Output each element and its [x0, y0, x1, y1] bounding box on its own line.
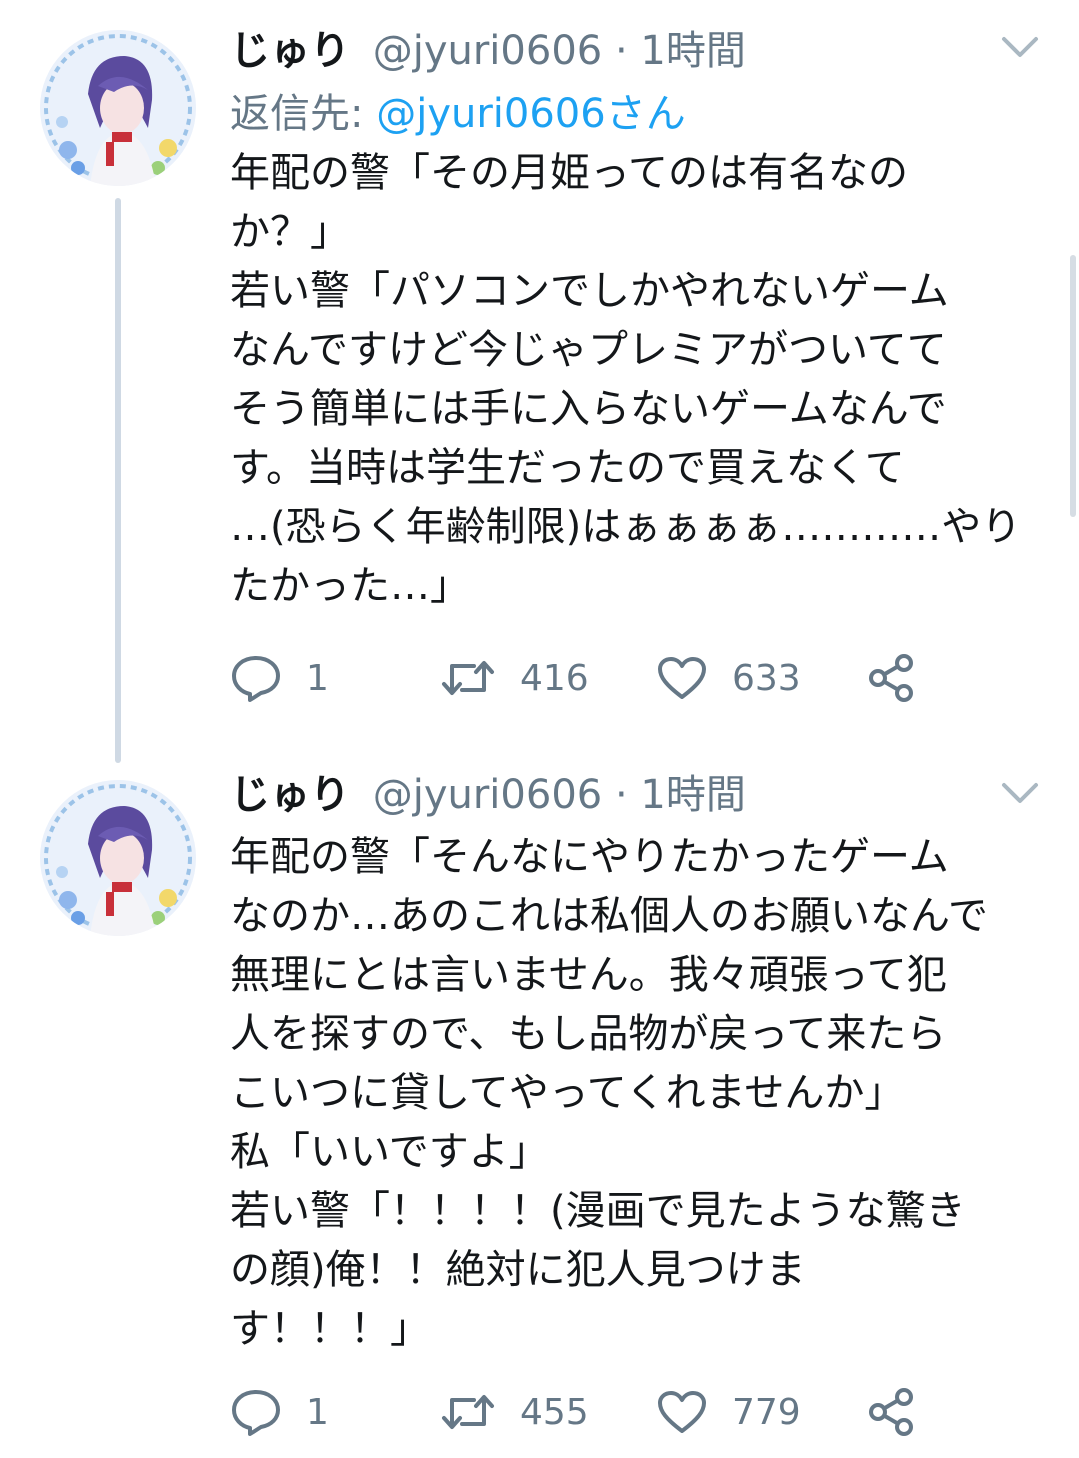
retweet-button[interactable]: 416	[440, 648, 589, 708]
share-icon	[869, 1388, 913, 1436]
tweet-text-line: たかった…」	[230, 563, 470, 609]
tweet-text-line: 年配の警「そんなにやりたかったゲーム	[230, 834, 949, 880]
share-button[interactable]	[866, 1382, 916, 1442]
reply-to-label: 返信先:	[230, 91, 364, 137]
tweet-text-line: 若い警「パソコンでしかやれないゲーム	[230, 268, 949, 314]
reply-count: 1	[306, 657, 329, 699]
like-button[interactable]: 779	[656, 1382, 801, 1442]
retweet-icon	[442, 1395, 494, 1429]
reply-to: 返信先: @jyuri0606さん	[230, 84, 1050, 144]
tweet-actions: 1 455 779	[230, 1382, 950, 1442]
display-name[interactable]: じゅり	[230, 28, 350, 74]
display-name[interactable]: じゅり	[230, 772, 350, 818]
tweet-text-line: 私「いいですよ」	[230, 1129, 549, 1175]
tweet-text: 年配の警「そんなにやりたかったゲーム なのか…あのこれは私個人のお願いなんで 無…	[230, 828, 1050, 1359]
meta-separator: ·	[614, 772, 628, 818]
retweet-button[interactable]: 455	[440, 1382, 589, 1442]
reply-icon	[232, 1390, 280, 1436]
scrollbar[interactable]	[1070, 255, 1076, 517]
like-count: 633	[732, 657, 801, 699]
tweet-text-line: 無理にとは言いません。我々頑張って犯	[230, 952, 947, 998]
share-icon	[869, 654, 913, 702]
chevron-down-icon[interactable]	[1000, 780, 1040, 806]
user-handle[interactable]: @jyuri0606	[373, 772, 603, 818]
avatar[interactable]	[40, 30, 196, 186]
tweet-text-line: す。当時は学生だったので買えなくて	[230, 445, 905, 491]
timestamp[interactable]: 1時間	[640, 772, 745, 818]
avatar[interactable]	[40, 780, 196, 936]
tweet-text-line: か？」	[230, 209, 350, 255]
retweet-count: 455	[520, 1391, 589, 1433]
like-count: 779	[732, 1391, 801, 1433]
avatar-image	[40, 30, 196, 186]
heart-icon	[658, 657, 706, 699]
tweet-text-line: 人を探すので、もし品物が戻って来たら	[230, 1011, 947, 1057]
tweet-text-line: の顔)俺！！絶対に犯人見つけま	[230, 1247, 806, 1293]
like-button[interactable]: 633	[656, 648, 801, 708]
tweet-text-line: …(恐らく年齢制限)はぁぁぁぁ…………やり	[230, 504, 1022, 550]
tweet-1[interactable]: じゅり @jyuri0606 · 1時間 返信先: @jyuri0606さん 年…	[0, 0, 1079, 763]
tweet-actions: 1 416 633	[230, 648, 950, 708]
chevron-down-icon[interactable]	[1000, 34, 1040, 60]
tweet-text: 年配の警「その月姫ってのは有名なの か？」 若い警「パソコンでしかやれないゲーム…	[230, 144, 1050, 616]
tweet-2[interactable]: じゅり @jyuri0606 · 1時間 年配の警「そんなにやりたかったゲーム …	[0, 760, 1079, 1458]
reply-to-handle-link[interactable]: @jyuri0606さん	[376, 91, 686, 137]
tweet-meta: @jyuri0606 · 1時間	[373, 772, 746, 818]
tweet-header: じゅり @jyuri0606 · 1時間	[230, 762, 1050, 828]
tweet-text-line: なのか…あのこれは私個人のお願いなんで	[230, 893, 988, 939]
thread-line	[115, 198, 121, 763]
tweet-text-line: 若い警「！！！！(漫画で見たような驚き	[230, 1188, 966, 1234]
meta-separator: ·	[614, 28, 628, 74]
timestamp[interactable]: 1時間	[640, 28, 745, 74]
heart-icon	[658, 1391, 706, 1433]
tweet-meta: @jyuri0606 · 1時間	[373, 28, 746, 74]
tweet-content: じゅり @jyuri0606 · 1時間 年配の警「そんなにやりたかったゲーム …	[230, 762, 1050, 1359]
retweet-count: 416	[520, 657, 589, 699]
retweet-icon	[442, 661, 494, 695]
tweet-text-line: す！！！」	[230, 1306, 430, 1352]
tweet-text-line: こいつに貸してやってくれませんか」	[230, 1070, 905, 1116]
reply-button[interactable]: 1	[230, 1382, 329, 1442]
tweet-content: じゅり @jyuri0606 · 1時間 返信先: @jyuri0606さん 年…	[230, 18, 1050, 616]
reply-icon	[232, 656, 280, 702]
reply-count: 1	[306, 1391, 329, 1433]
user-handle[interactable]: @jyuri0606	[373, 28, 603, 74]
avatar-image	[40, 780, 196, 936]
tweet-text-line: そう簡単には手に入らないゲームなんで	[230, 386, 947, 432]
reply-button[interactable]: 1	[230, 648, 329, 708]
tweet-text-line: 年配の警「その月姫ってのは有名なの	[230, 150, 908, 196]
tweet-header: じゅり @jyuri0606 · 1時間	[230, 18, 1050, 84]
share-button[interactable]	[866, 648, 916, 708]
tweet-text-line: なんですけど今じゃプレミアがついてて	[230, 327, 947, 373]
